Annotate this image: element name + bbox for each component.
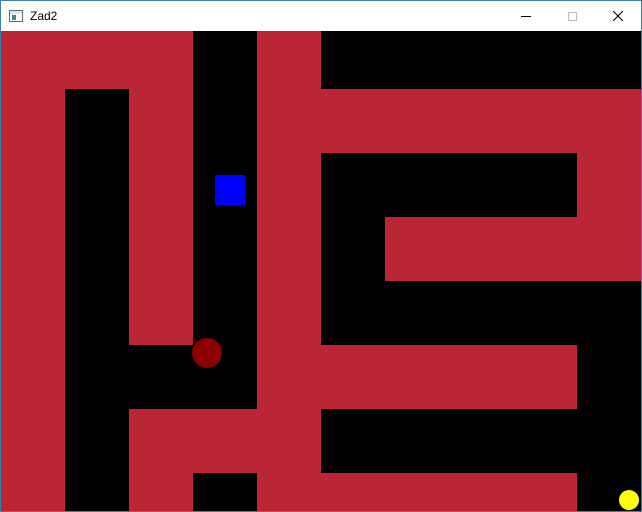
goal-dot [619, 490, 639, 510]
maze-wall [129, 409, 257, 473]
window-title: Zad2 [30, 9, 58, 23]
maximize-button[interactable] [549, 1, 595, 31]
app-window: Zad2 [0, 0, 642, 512]
maze-wall [257, 31, 321, 511]
maze-wall [1, 31, 65, 511]
title-bar[interactable]: Zad2 [1, 1, 641, 31]
caption-buttons [503, 1, 641, 31]
game-canvas[interactable] [1, 31, 641, 511]
player-square [215, 175, 245, 205]
maze-wall [129, 89, 193, 345]
maze-wall [65, 31, 193, 89]
minimize-button[interactable] [503, 1, 549, 31]
close-button[interactable] [595, 1, 641, 31]
maze-wall [385, 217, 641, 281]
close-icon [613, 11, 623, 21]
maze-wall [129, 473, 193, 511]
window-app-icon[interactable] [9, 10, 23, 22]
maze-wall [321, 89, 641, 153]
maze-wall [321, 473, 577, 511]
enemy-ball [192, 338, 222, 368]
maze-wall [321, 345, 577, 409]
maze-wall [577, 153, 641, 217]
